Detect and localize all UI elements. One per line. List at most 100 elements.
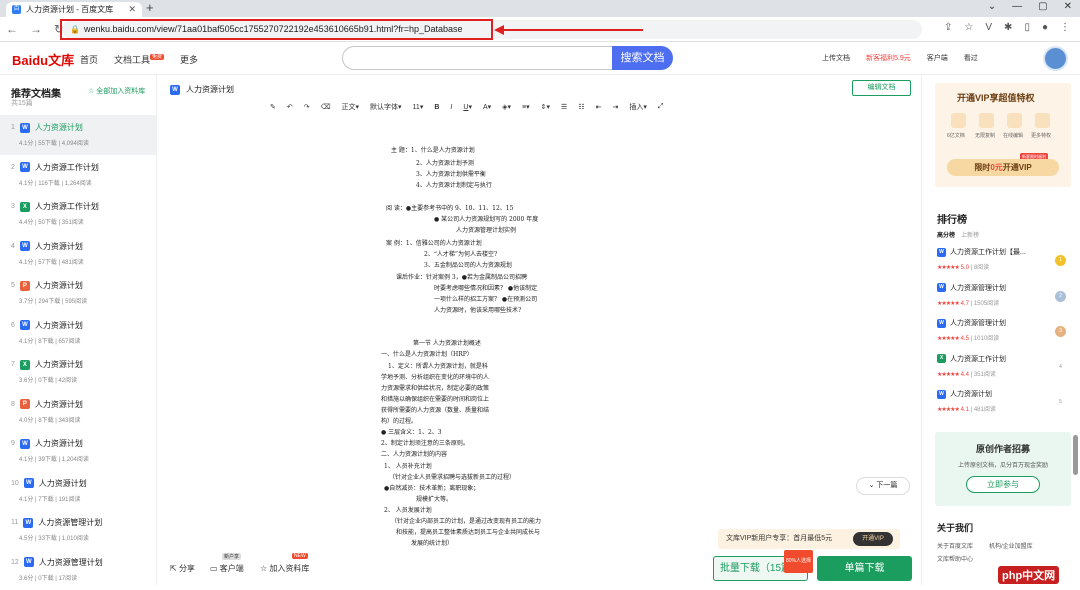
open-vip-button[interactable]: 开通VIP (853, 532, 893, 546)
doc-type-icon: W (19, 122, 30, 133)
client-button[interactable]: ▭ 客户端 新户享 (210, 553, 244, 574)
batch-tag: 80%人选择 (784, 550, 814, 573)
ranking-item[interactable]: W 人力资源管理计划 ★★★★★ 4.7 | 1505阅读 2 (937, 283, 1072, 318)
align-icon[interactable]: ≡▾ (522, 103, 530, 111)
underline-icon[interactable]: U▾ (463, 103, 472, 111)
line-spacing-icon[interactable]: ⇕▾ (541, 103, 550, 111)
highlight-icon[interactable]: ◈▾ (502, 103, 511, 111)
edit-document-button[interactable]: 编辑文档 (852, 80, 911, 96)
next-doc-button[interactable]: ⌄ 下一篇 (856, 477, 910, 495)
format-painter-icon[interactable]: ✎ (270, 103, 276, 111)
maximize-icon[interactable]: ▢ (1038, 1, 1047, 12)
browser-tab[interactable]: 百 人力资源计划 - 百度文库 ✕ (6, 2, 142, 17)
sidebar-doc-item[interactable]: 2 W 人力资源工作计划 4.1分 | 116下载 | 1,264阅读 (0, 155, 157, 195)
sidebar-doc-item[interactable]: 9 W 人力资源计划 4.1分 | 39下载 | 1,204阅读 (0, 431, 157, 471)
new-user-benefit-link[interactable]: 新客福利5.9元 (866, 53, 911, 63)
url-highlight-box (60, 19, 493, 40)
item-number: 6 (11, 321, 15, 329)
close-window-icon[interactable]: ✕ (1064, 1, 1072, 12)
fullscreen-icon[interactable]: ⤢ (658, 103, 664, 111)
baidu-wenku-logo[interactable]: Baidu文库 (12, 50, 74, 69)
sidebar-doc-item[interactable]: 12 W 人力资源管理计划 3.6分 | 0下载 | 17阅读 (0, 550, 157, 590)
ranking-item[interactable]: W 人力资源管理计划 ★★★★★ 4.5 | 1010阅读 3 (937, 318, 1072, 353)
doc-title-row: W 人力资源计划 (170, 84, 234, 95)
bold-icon[interactable]: B (434, 104, 439, 111)
add-all-to-library-link[interactable]: ☆ 全部加入资料库 (88, 86, 145, 96)
font-color-icon[interactable]: A▾ (483, 103, 491, 111)
forward-icon[interactable]: → (30, 22, 42, 36)
client-link[interactable]: 客户端 (927, 53, 948, 63)
avatar[interactable] (1043, 46, 1068, 71)
about-link[interactable]: 关于百度文库 (937, 541, 973, 550)
sidebar-doc-item[interactable]: 3 X 人力资源工作计划 4.4分 | 50下载 | 351阅读 (0, 194, 157, 234)
doc-item-label: 人力资源计划 (34, 360, 83, 369)
doc-item-label: 人力资源计划 (34, 241, 83, 251)
ranking-item[interactable]: W 人力资源计划 ★★★★★ 4.1 | 481阅读 5 (937, 389, 1072, 424)
tab-new[interactable]: 上新榜 (961, 230, 979, 239)
minimize-icon[interactable]: — (1012, 1, 1022, 12)
font-size-select[interactable]: 11▾ (413, 103, 424, 111)
about-link[interactable]: 机构/企业加盟库 (989, 541, 1033, 550)
ranking-item[interactable]: W 人力资源工作计划【最... ★★★★★ 5.0 | 8阅读 1 (937, 247, 1072, 282)
indent-increase-icon[interactable]: ⇥ (612, 103, 618, 111)
sidebar-doc-item[interactable]: 5 P 人力资源计划 3.7分 | 294下载 | 595阅读 (0, 273, 157, 313)
undo-icon[interactable]: ↶ (287, 103, 293, 111)
share-page-icon[interactable]: ⇪ (944, 22, 952, 33)
tab-high-score[interactable]: 高分榜 (937, 230, 955, 239)
rank-score: 4.4 (960, 371, 969, 378)
extension-v-icon[interactable]: V (985, 22, 992, 33)
share-button[interactable]: ⇱ 分享 (170, 563, 195, 574)
history-link[interactable]: 看过 (964, 53, 978, 63)
nav-home[interactable]: 首页 (80, 53, 98, 66)
new-tab-icon[interactable]: + (146, 0, 154, 15)
author-title: 原创作者招募 (975, 444, 1030, 454)
menu-kebab-icon[interactable]: ⋮ (1060, 22, 1070, 33)
ranking-title: 排行榜 (937, 215, 967, 226)
nav-doc-tools[interactable]: 文档工具 免费 (114, 53, 165, 66)
sidebar-doc-item[interactable]: 8 P 人力资源计划 4.0分 | 8下载 | 343阅读 (0, 392, 157, 432)
profile-icon[interactable]: ● (1042, 22, 1048, 33)
indent-decrease-icon[interactable]: ⇤ (596, 103, 602, 111)
ordered-list-icon[interactable]: ☰ (561, 103, 567, 111)
upload-doc-link[interactable]: 上传文档 (822, 53, 850, 63)
sidebar-doc-item[interactable]: 11 W 人力资源管理计划 4.5分 | 33下载 | 1,010阅读 (0, 510, 157, 550)
close-tab-icon[interactable]: ✕ (128, 4, 136, 15)
bullet-list-icon[interactable]: ☷ (578, 103, 584, 111)
doc-line: 一、什么是人力资源计划（HRP） (381, 351, 473, 358)
add-to-library-button[interactable]: ☆ 加入资料库 NEW (260, 553, 309, 574)
back-icon[interactable]: ← (6, 22, 18, 36)
about-links: 关于百度文库 机构/企业加盟库 文库帮助中心 (937, 541, 1072, 563)
clear-format-icon[interactable]: ⌫ (321, 103, 331, 111)
font-family-select[interactable]: 默认字体▾ (370, 102, 402, 112)
sidebar-doc-item[interactable]: 6 W 人力资源计划 4.1分 | 8下载 | 657阅读 (0, 313, 157, 353)
batch-download-button[interactable]: 批量下载（15篇） 80%人选择 (713, 550, 814, 581)
join-now-button[interactable]: 立即参与 (966, 476, 1040, 493)
open-vip-free-button[interactable]: 限时0元开通VIP (947, 159, 1059, 176)
browser-tab-bar: 百 人力资源计划 - 百度文库 ✕ + ⌄ — ▢ ✕ (0, 0, 1080, 17)
doc-item-meta: 4.0分 | 8下载 | 343阅读 (19, 417, 81, 424)
chevron-down-icon[interactable]: ⌄ (988, 1, 996, 12)
redo-icon[interactable]: ↷ (304, 103, 310, 111)
sidebar-count: 共15篇 (11, 100, 33, 107)
about-link[interactable]: 文库帮助中心 (937, 554, 973, 563)
bottom-action-bar: ⇱ 分享 ▭ 客户端 新户享 ☆ 加入资料库 NEW 批量下载（15篇） 80%人选择… (158, 550, 920, 585)
doc-item-meta: 4.4分 | 50下载 | 351阅读 (19, 220, 84, 226)
sidebar-doc-item[interactable]: 1 W 人力资源计划 4.1分 | 55下载 | 4,094阅读 (0, 115, 157, 155)
nav-more[interactable]: 更多 (180, 53, 198, 66)
italic-icon[interactable]: I (450, 104, 452, 111)
vip-promo-text: 文库VIP新用户专享：首月最低5元 (726, 535, 833, 542)
ranking-item[interactable]: X 人力资源工作计划 ★★★★★ 4.4 | 351阅读 4 (937, 354, 1072, 389)
insert-menu[interactable]: 插入▾ (629, 102, 647, 112)
paragraph-style-select[interactable]: 正文▾ (342, 102, 360, 112)
extensions-puzzle-icon[interactable]: ✱ (1004, 22, 1012, 33)
sidebar-doc-item[interactable]: 7 X 人力资源计划 3.6分 | 0下载 | 42阅读 (0, 352, 157, 392)
sidebar-doc-item[interactable]: 10 W 人力资源计划 4.1分 | 7下载 | 191阅读 (0, 471, 157, 511)
doc-item-label: 人力资源计划 (34, 439, 83, 448)
search-input[interactable] (342, 46, 612, 70)
search-button[interactable]: 搜索文档 (612, 46, 673, 70)
sidebar-doc-item[interactable]: 4 W 人力资源计划 4.1分 | 57下载 | 481阅读 (0, 234, 157, 274)
scrollbar[interactable] (1073, 435, 1078, 475)
single-download-button[interactable]: 单篇下载 (817, 556, 912, 581)
sidebar-icon[interactable]: ▯ (1024, 22, 1030, 33)
bookmark-star-icon[interactable]: ☆ (964, 22, 973, 33)
